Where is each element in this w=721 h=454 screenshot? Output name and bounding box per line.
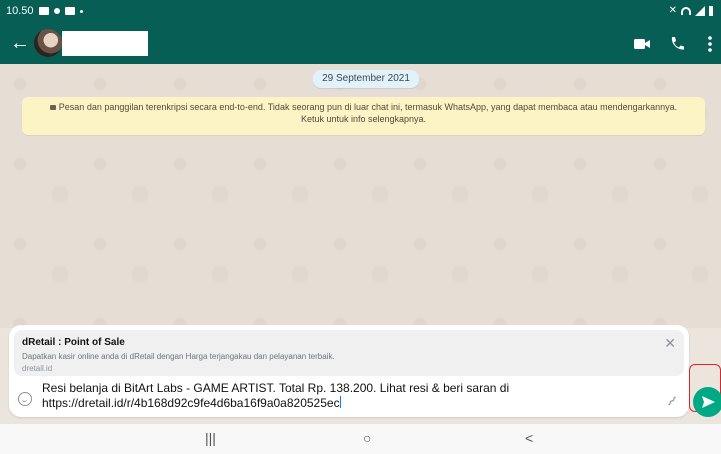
- link-preview-title: dRetail : Point of Sale: [22, 337, 125, 348]
- date-separator: 29 September 2021: [313, 70, 419, 88]
- wifi-icon: [681, 6, 691, 15]
- message-input[interactable]: Resi belanja di BitArt Labs - GAME ARTIS…: [42, 381, 642, 415]
- message-line1: Resi belanja di BitArt Labs - GAME ARTIS…: [42, 381, 510, 395]
- link-preview[interactable]: dRetail : Point of Sale Dapatkan kasir o…: [14, 330, 684, 376]
- message-composer: dRetail : Point of Sale Dapatkan kasir o…: [9, 325, 689, 417]
- close-icon[interactable]: ✕: [664, 335, 676, 352]
- signal-icon: [695, 5, 705, 16]
- video-call-icon[interactable]: [630, 32, 654, 56]
- encryption-notice-line1: Pesan dan panggilan terenkripsi secara e…: [22, 101, 705, 113]
- send-button[interactable]: [693, 387, 721, 417]
- more-vert-icon[interactable]: [698, 32, 721, 56]
- system-nav-bar: ||| ○ <: [0, 424, 721, 454]
- message-line2: https://dretail.id/r/4b168d92c9fe4d6ba16…: [42, 396, 340, 410]
- chat-header: ←: [0, 24, 721, 64]
- dot-icon: [79, 9, 83, 13]
- status-time: 10.50: [6, 5, 34, 17]
- lock-icon: [49, 105, 56, 111]
- status-bar: 10.50 ✕: [0, 0, 721, 24]
- status-right: ✕: [669, 5, 713, 16]
- encryption-notice-line2: Ketuk untuk info selengkapnya.: [300, 114, 427, 124]
- status-left: 10.50: [6, 5, 83, 17]
- voice-call-icon[interactable]: [665, 32, 689, 56]
- contact-name[interactable]: [62, 31, 148, 56]
- notification-icon: [64, 7, 75, 15]
- encryption-notice-text: Pesan dan panggilan terenkripsi secara e…: [58, 102, 678, 112]
- link-preview-domain: dretail.id: [22, 364, 53, 373]
- home-button[interactable]: ○: [363, 430, 371, 446]
- nfc-icon: [53, 8, 60, 14]
- chat-area[interactable]: 29 September 2021 Pesan dan panggilan te…: [0, 64, 721, 328]
- emoji-icon[interactable]: [18, 392, 32, 406]
- link-preview-description: Dapatkan kasir online anda di dRetail de…: [22, 352, 335, 361]
- avatar[interactable]: [34, 29, 62, 57]
- arrow-left-icon[interactable]: ←: [10, 32, 30, 54]
- gallery-icon: [38, 7, 49, 15]
- recents-button[interactable]: |||: [205, 430, 216, 446]
- encryption-notice[interactable]: Pesan dan panggilan terenkripsi secara e…: [22, 97, 705, 135]
- back-button[interactable]: <: [525, 430, 533, 446]
- mute-icon: ✕: [668, 5, 677, 16]
- attach-icon[interactable]: ⌇: [663, 393, 680, 410]
- text-caret: [339, 396, 341, 408]
- battery-icon: [709, 5, 713, 16]
- send-icon: [702, 396, 715, 408]
